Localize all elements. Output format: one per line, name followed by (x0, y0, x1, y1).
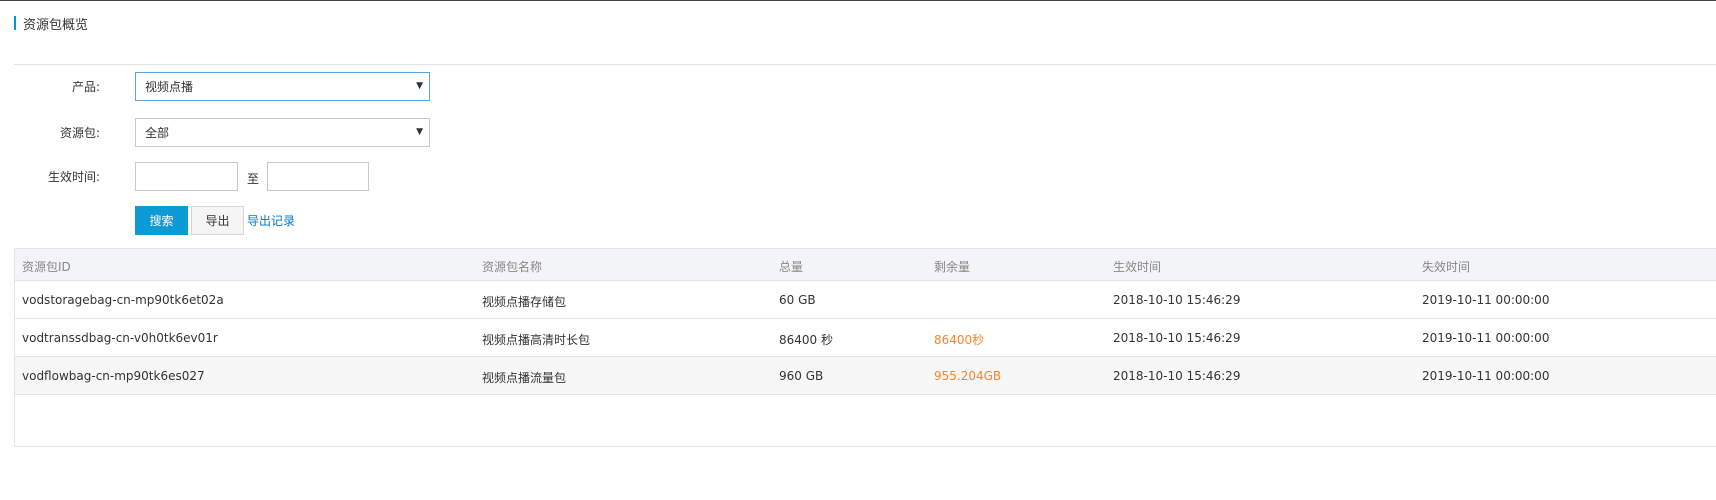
end-date-input[interactable] (267, 162, 369, 191)
product-select-value: 视频点播 (145, 80, 194, 94)
search-button[interactable]: 搜索 (135, 206, 188, 235)
cell-start-time: 2018-10-10 15:46:29 (1113, 369, 1241, 383)
cell-remaining: 955.204GB (934, 369, 1002, 383)
column-header-remaining: 剩余量 (934, 260, 971, 274)
package-label: 资源包: (59, 126, 100, 140)
cell-total: 960 GB (779, 369, 824, 383)
caret-down-icon: ▼ (416, 127, 423, 137)
window-top-border (0, 0, 1716, 1)
cell-start-time: 2018-10-10 15:46:29 (1113, 293, 1241, 307)
column-header-total: 总量 (779, 260, 804, 274)
range-separator: 至 (247, 172, 260, 186)
product-label: 产品: (71, 80, 100, 94)
cell-remaining: 86400秒 (934, 333, 985, 347)
cell-total: 60 GB (779, 293, 816, 307)
table-row: vodstoragebag-cn-mp90tk6et02a 视频点播存储包 60… (15, 281, 1716, 319)
cell-total: 86400 秒 (779, 333, 833, 347)
cell-package-name: 视频点播流量包 (482, 371, 567, 385)
cell-package-name: 视频点播高清时长包 (482, 333, 591, 347)
table-row: vodtranssdbag-cn-v0h0tk6ev01r 视频点播高清时长包 … (15, 319, 1716, 357)
column-header-id: 资源包ID (22, 260, 71, 274)
column-header-start-time: 生效时间 (1113, 260, 1162, 274)
cell-end-time: 2019-10-11 00:00:00 (1422, 369, 1550, 383)
effective-time-label: 生效时间: (47, 170, 100, 184)
cell-package-id: vodtranssdbag-cn-v0h0tk6ev01r (22, 331, 218, 345)
cell-end-time: 2019-10-11 00:00:00 (1422, 293, 1550, 307)
export-button[interactable]: 导出 (191, 206, 244, 235)
table-row: vodflowbag-cn-mp90tk6es027 视频点播流量包 960 G… (15, 357, 1716, 395)
cell-end-time: 2019-10-11 00:00:00 (1422, 331, 1550, 345)
header-divider (14, 64, 1716, 65)
package-select[interactable]: 全部 ▼ (135, 118, 430, 147)
page-header: 资源包概览 (14, 14, 89, 33)
package-select-value: 全部 (145, 126, 170, 140)
page-title: 资源包概览 (23, 17, 89, 33)
product-select[interactable]: 视频点播 ▼ (135, 72, 430, 101)
cell-package-id: vodstoragebag-cn-mp90tk6et02a (22, 293, 224, 307)
cell-package-id: vodflowbag-cn-mp90tk6es027 (22, 369, 205, 383)
column-header-name: 资源包名称 (482, 260, 543, 274)
export-record-link[interactable]: 导出记录 (247, 212, 295, 229)
column-header-end-time: 失效时间 (1422, 260, 1471, 274)
cell-start-time: 2018-10-10 15:46:29 (1113, 331, 1241, 345)
resource-package-table: 资源包ID 资源包名称 总量 剩余量 生效时间 失效时间 vodstorageb… (14, 248, 1716, 447)
caret-down-icon: ▼ (416, 81, 423, 91)
title-accent-bar (14, 16, 16, 30)
cell-package-name: 视频点播存储包 (482, 295, 567, 309)
start-date-input[interactable] (135, 162, 238, 191)
table-header: 资源包ID 资源包名称 总量 剩余量 生效时间 失效时间 (15, 249, 1716, 281)
